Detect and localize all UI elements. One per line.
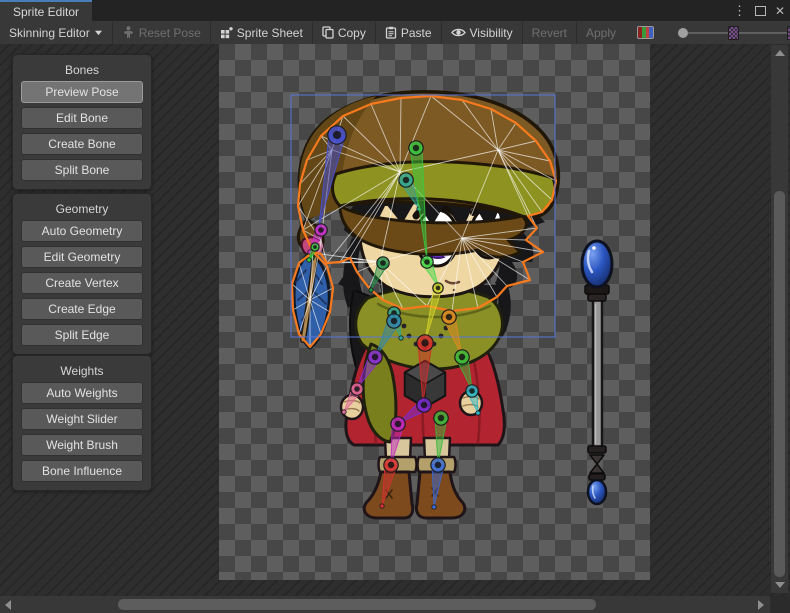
split-bone-button[interactable]: Split Bone bbox=[21, 159, 143, 181]
weight-slider-button[interactable]: Weight Slider bbox=[21, 408, 143, 430]
sprite-thumbnail-icon bbox=[728, 26, 739, 40]
vertical-scroll-thumb[interactable] bbox=[774, 191, 785, 577]
auto-weights-button[interactable]: Auto Weights bbox=[21, 382, 143, 404]
panel-geometry: Geometry Auto Geometry Edit Geometry Create… bbox=[12, 193, 152, 355]
bone-influence-button[interactable]: Bone Influence bbox=[21, 460, 143, 482]
create-vertex-button[interactable]: Create Vertex bbox=[21, 272, 143, 294]
chevron-down-icon bbox=[94, 29, 103, 36]
toolbar-apply-button: Apply bbox=[576, 21, 625, 44]
scroll-left-icon[interactable] bbox=[5, 600, 11, 610]
toolbar-paste-label: Paste bbox=[401, 26, 432, 40]
eye-icon bbox=[451, 27, 466, 38]
toolbar-revert-label: Revert bbox=[532, 26, 567, 40]
toolbar-skinning-editor-label: Skinning Editor bbox=[9, 26, 90, 40]
toolbar-copy-label: Copy bbox=[338, 26, 366, 40]
vertical-scrollbar[interactable] bbox=[771, 45, 788, 593]
toolbar-apply-label: Apply bbox=[586, 26, 616, 40]
toolbar-reset-pose-button: Reset Pose bbox=[112, 21, 210, 44]
toolbar-sprite-sheet-label: Sprite Sheet bbox=[237, 26, 303, 40]
sprite-texture-canvas[interactable] bbox=[219, 44, 650, 580]
toolbar-paste-button[interactable]: Paste bbox=[375, 21, 441, 44]
character-sprite bbox=[219, 44, 650, 580]
toolbar: Skinning Editor Reset Pose Sprite Sheet Cop… bbox=[0, 21, 790, 45]
swatch-stripe bbox=[649, 27, 653, 38]
scroll-down-icon[interactable] bbox=[775, 582, 785, 588]
toolbar-reset-pose-label: Reset Pose bbox=[139, 26, 201, 40]
opacity-sliders bbox=[678, 26, 790, 40]
panel-title: Bones bbox=[13, 63, 151, 77]
sprite-sheet-icon bbox=[220, 26, 233, 39]
panel-weights: Weights Auto Weights Weight Slider Weight B… bbox=[12, 355, 152, 491]
close-icon[interactable]: ✕ bbox=[775, 5, 785, 17]
panel-title: Geometry bbox=[13, 202, 151, 216]
create-edge-button[interactable]: Create Edge bbox=[21, 298, 143, 320]
panel-title: Weights bbox=[13, 364, 151, 378]
title-bar: Sprite Editor ⋮ ✕ bbox=[0, 0, 790, 21]
reset-pose-icon bbox=[122, 26, 135, 39]
edit-bone-button[interactable]: Edit Bone bbox=[21, 107, 143, 129]
hat bbox=[298, 92, 558, 257]
toolbar-visibility-label: Visibility bbox=[470, 26, 513, 40]
tab-sprite-editor[interactable]: Sprite Editor bbox=[0, 0, 92, 21]
edit-geometry-button[interactable]: Edit Geometry bbox=[21, 246, 143, 268]
create-bone-button[interactable]: Create Bone bbox=[21, 133, 143, 155]
bone-opacity-slider-handle[interactable] bbox=[678, 28, 688, 38]
mesh-opacity-slider-track[interactable] bbox=[739, 32, 787, 34]
copy-icon bbox=[322, 26, 334, 39]
weight-brush-button[interactable]: Weight Brush bbox=[21, 434, 143, 456]
maximize-icon[interactable] bbox=[755, 6, 766, 16]
horizontal-scroll-thumb[interactable] bbox=[118, 599, 596, 610]
scroll-up-icon[interactable] bbox=[775, 50, 785, 56]
preview-pose-button[interactable]: Preview Pose bbox=[21, 81, 143, 103]
horizontal-scrollbar[interactable] bbox=[0, 596, 770, 613]
toolbar-sprite-sheet-button[interactable]: Sprite Sheet bbox=[210, 21, 312, 44]
tab-label: Sprite Editor bbox=[13, 5, 79, 19]
sprite-editor-window: Sprite Editor ⋮ ✕ Skinning Editor Reset P… bbox=[0, 0, 790, 613]
window-controls: ⋮ ✕ bbox=[733, 0, 785, 21]
scrollbar-corner bbox=[771, 596, 790, 613]
toolbar-skinning-editor-button[interactable]: Skinning Editor bbox=[0, 21, 112, 44]
toolbar-copy-button[interactable]: Copy bbox=[312, 21, 375, 44]
auto-geometry-button[interactable]: Auto Geometry bbox=[21, 220, 143, 242]
toolbar-revert-button: Revert bbox=[522, 21, 576, 44]
skinning-canvas-area: Bones Preview Pose Edit Bone Create Bone Spl… bbox=[0, 44, 790, 613]
staff-sprite bbox=[582, 241, 612, 504]
bone-opacity-slider-track[interactable] bbox=[688, 32, 728, 34]
paste-icon bbox=[385, 26, 397, 39]
panel-bones: Bones Preview Pose Edit Bone Create Bone Spl… bbox=[12, 54, 152, 190]
kebab-menu-icon[interactable]: ⋮ bbox=[733, 4, 746, 17]
toolbar-visibility-button[interactable]: Visibility bbox=[442, 21, 522, 44]
bone-color-swatch[interactable] bbox=[637, 26, 654, 39]
scroll-right-icon[interactable] bbox=[758, 600, 764, 610]
split-edge-button[interactable]: Split Edge bbox=[21, 324, 143, 346]
